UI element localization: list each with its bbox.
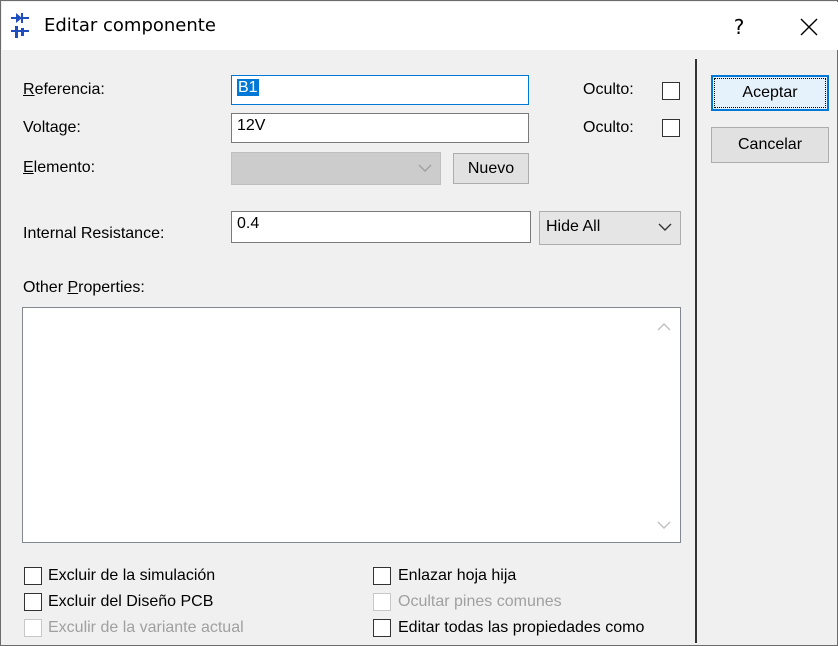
elemento-select[interactable] bbox=[231, 152, 441, 185]
referencia-label-rest: eferencia: bbox=[34, 81, 105, 98]
component-icon bbox=[11, 13, 29, 38]
aceptar-button[interactable]: Aceptar bbox=[711, 75, 829, 111]
cancelar-button[interactable]: Cancelar bbox=[711, 127, 829, 163]
referencia-value: B1 bbox=[237, 79, 259, 96]
nuevo-button[interactable]: Nuevo bbox=[453, 153, 529, 184]
editar-propiedades-label: Editar todas las propiedades como bbox=[398, 619, 645, 636]
other-properties-label-rest: roperties: bbox=[78, 279, 145, 296]
editar-propiedades-checkbox[interactable] bbox=[373, 619, 391, 637]
internal-resistance-label: Internal Resistance: bbox=[23, 225, 165, 242]
other-properties-label-start: Other bbox=[23, 279, 68, 296]
window-title: Editar componente bbox=[44, 15, 216, 36]
visibility-value: Hide All bbox=[546, 218, 601, 235]
referencia-hidden-label: Oculto: bbox=[583, 81, 634, 98]
vertical-divider bbox=[695, 59, 697, 643]
excluir-variante-checkbox[interactable] bbox=[24, 619, 42, 637]
help-icon: ? bbox=[733, 15, 745, 39]
referencia-mnemonic: R bbox=[23, 81, 35, 98]
excluir-variante-label: Exculir de la variante actual bbox=[48, 619, 244, 636]
voltage-value: 12V bbox=[237, 117, 266, 134]
referencia-input[interactable]: B1 bbox=[231, 75, 529, 105]
chevron-down-icon bbox=[418, 164, 432, 172]
visibility-select[interactable]: Hide All bbox=[539, 211, 681, 245]
voltage-hidden-checkbox[interactable] bbox=[662, 119, 680, 137]
nuevo-button-label: Nuevo bbox=[467, 159, 515, 177]
referencia-label: Referencia: bbox=[23, 81, 105, 99]
referencia-hidden-checkbox[interactable] bbox=[662, 82, 680, 100]
excluir-pcb-checkbox[interactable] bbox=[24, 593, 42, 611]
scroll-up-arrow-icon[interactable] bbox=[657, 322, 671, 332]
voltage-input[interactable]: 12V bbox=[231, 113, 529, 143]
excluir-simulacion-label: Excluir de la simulación bbox=[48, 567, 216, 584]
cancelar-button-label: Cancelar bbox=[737, 136, 803, 153]
help-button[interactable]: ? bbox=[718, 8, 760, 46]
ocultar-pines-checkbox[interactable] bbox=[373, 593, 391, 611]
ocultar-pines-label: Ocultar pines comunes bbox=[398, 593, 562, 610]
excluir-pcb-label: Excluir del Diseño PCB bbox=[48, 593, 214, 610]
elemento-mnemonic: E bbox=[23, 159, 34, 176]
enlazar-hoja-checkbox[interactable] bbox=[373, 567, 391, 585]
voltage-hidden-label: Oculto: bbox=[583, 119, 634, 136]
elemento-label: Elemento: bbox=[23, 159, 95, 177]
aceptar-button-label: Aceptar bbox=[742, 84, 798, 101]
other-properties-mnemonic: P bbox=[67, 279, 79, 296]
scroll-down-arrow-icon[interactable] bbox=[657, 520, 671, 530]
dialog-window: Editar componente ? Referencia: B1 Ocult… bbox=[0, 0, 838, 646]
chevron-down-icon bbox=[658, 223, 672, 231]
enlazar-hoja-label: Enlazar hoja hija bbox=[398, 567, 517, 584]
excluir-simulacion-checkbox[interactable] bbox=[24, 567, 42, 585]
internal-resistance-value: 0.4 bbox=[237, 215, 260, 232]
other-properties-label: Other Properties: bbox=[23, 279, 145, 297]
internal-resistance-input[interactable]: 0.4 bbox=[231, 211, 531, 243]
other-properties-textarea[interactable] bbox=[22, 307, 681, 543]
title-bar[interactable]: Editar componente ? bbox=[2, 2, 838, 50]
vertical-scrollbar[interactable] bbox=[648, 308, 680, 542]
voltage-label: Voltage: bbox=[23, 119, 81, 136]
close-icon bbox=[800, 18, 818, 36]
elemento-label-rest: lemento: bbox=[33, 159, 96, 176]
close-button[interactable] bbox=[786, 8, 832, 46]
